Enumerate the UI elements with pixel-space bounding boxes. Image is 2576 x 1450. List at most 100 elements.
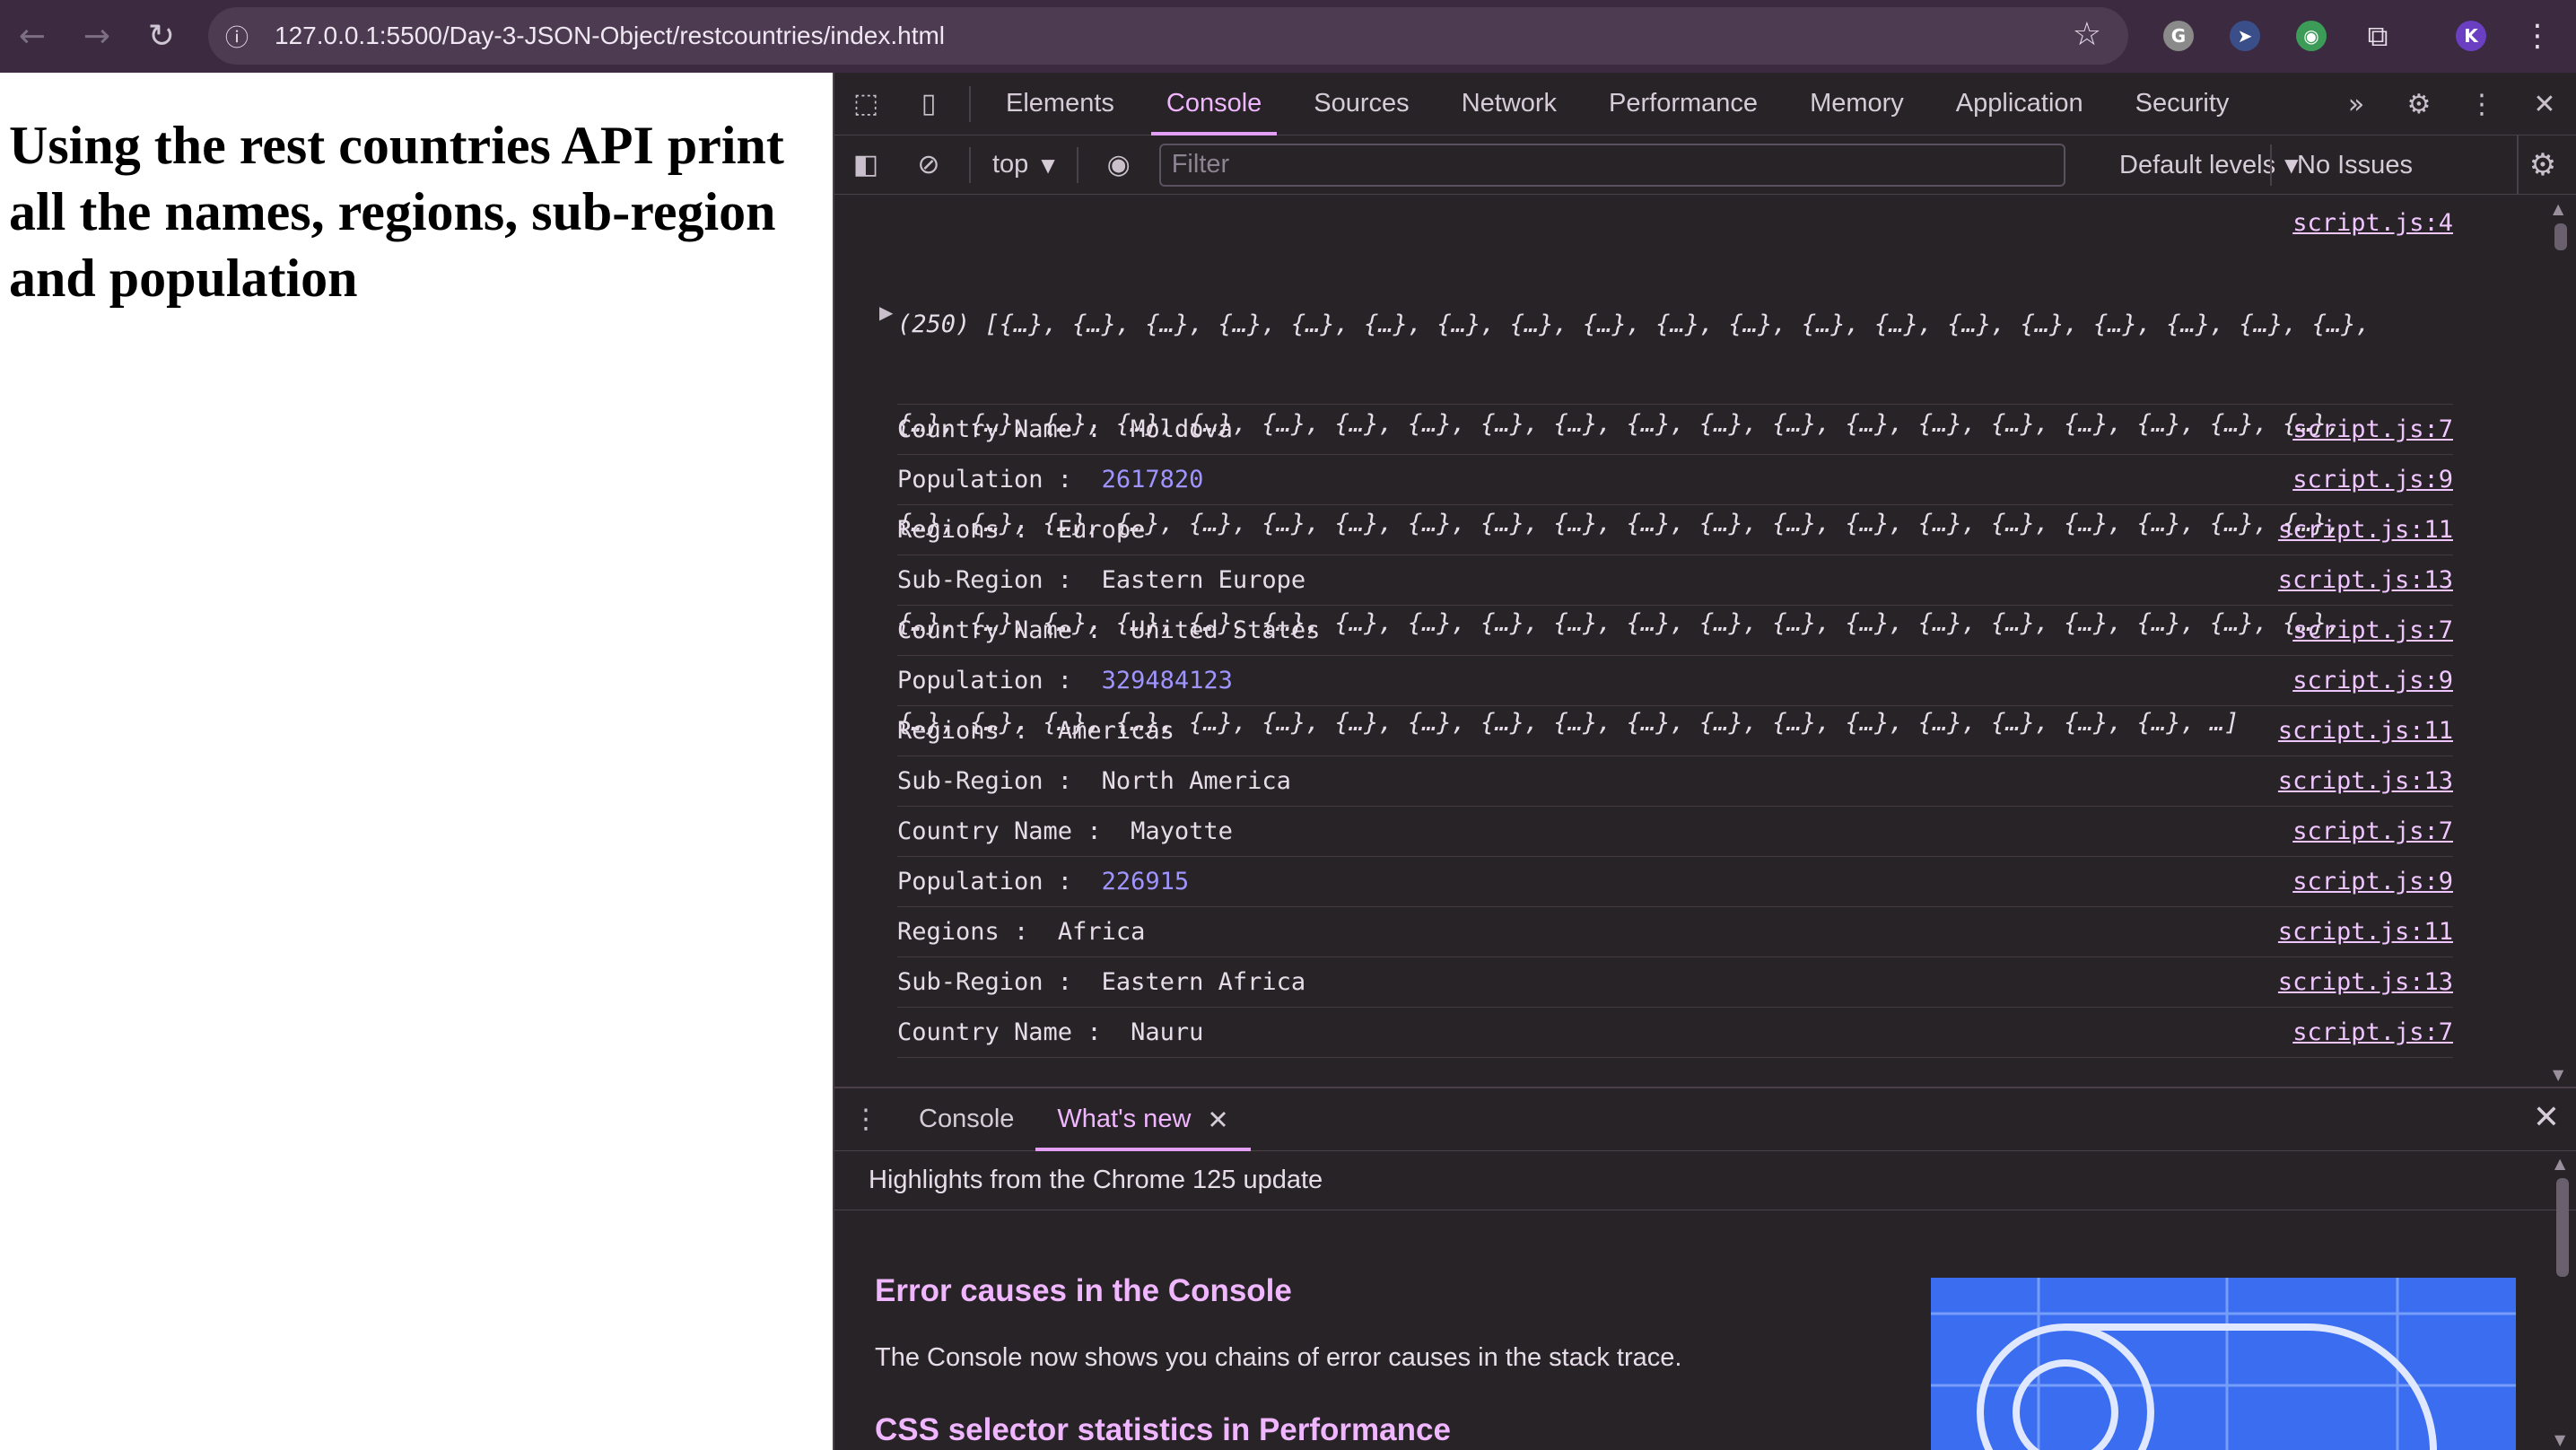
customize-menu-icon[interactable]: ⋮ [2450,73,2513,135]
caret-down-icon: ▼ [1041,153,1055,176]
source-link[interactable]: script.js:11 [2278,717,2453,745]
scroll-down-icon[interactable]: ▼ [2554,1431,2565,1448]
source-link[interactable]: script.js:9 [2292,868,2453,895]
grammarly-extension-icon[interactable]: G [2157,14,2200,57]
console-array-entry[interactable]: ▶ script.js:4 (250) [{…}, {…}, {…}, {…},… [879,197,2453,737]
inspect-element-icon[interactable]: ⬚ [834,73,897,135]
filter-placeholder: Filter [1171,150,1230,179]
message-label: Sub-Region : [897,767,1102,795]
browser-toolbar: ← → ↻ ⓘ 127.0.0.1:5500/Day-3-JSON-Object… [0,0,2576,73]
whats-new-content: Error causes in the Console The Console … [834,1210,2576,1450]
device-toolbar-icon[interactable]: ▯ [897,73,960,135]
source-link[interactable]: script.js:13 [2278,767,2453,795]
cursor-extension-icon[interactable]: ➤ [2223,14,2266,57]
back-button[interactable]: ← [0,0,65,73]
source-link[interactable]: script.js:13 [2278,566,2453,594]
tab-security[interactable]: Security [2109,73,2256,135]
bookmark-star-icon[interactable]: ☆ [2073,16,2101,53]
console-message: Population : 226915 script.js:9 [897,857,2453,907]
arrow-right-icon: → [83,18,111,55]
console-message: Regions : Africa script.js:11 [897,907,2453,957]
android-extension-icon[interactable]: ◉ [2290,14,2333,57]
scroll-up-icon[interactable]: ▲ [2553,200,2563,217]
console-message: Country Name : Nauru script.js:7 [897,1008,2453,1058]
source-link[interactable]: script.js:7 [2292,1018,2453,1046]
message-value: Mayotte [1131,817,1233,845]
devtools-drawer: ⋮ Console What's new ✕ ✕ Highlights from… [834,1087,2576,1450]
message-value: Americas [1057,717,1174,745]
console-message: Regions : Americas script.js:11 [897,706,2453,756]
context-label: top [992,150,1029,179]
tab-elements[interactable]: Elements [980,73,1140,135]
tab-performance[interactable]: Performance [1583,73,1784,135]
message-label: Sub-Region : [897,968,1102,996]
devtools-panel: ⬚ ▯ Elements Console Sources Network Per… [833,73,2576,1450]
console-message: Population : 329484123 script.js:9 [897,656,2453,706]
tab-network[interactable]: Network [1436,73,1583,135]
console-message: Population : 2617820 script.js:9 [897,455,2453,505]
context-selector[interactable]: top ▼ [980,150,1068,179]
source-link[interactable]: script.js:7 [2292,616,2453,644]
issues-counter[interactable]: No Issues [2270,144,2413,186]
forward-button[interactable]: → [65,0,129,73]
source-link[interactable]: script.js:9 [2292,667,2453,694]
message-value: Nauru [1131,1018,1204,1046]
address-bar[interactable]: ⓘ 127.0.0.1:5500/Day-3-JSON-Object/restc… [208,7,2128,65]
console-log: ▶ script.js:4 (250) [{…}, {…}, {…}, {…},… [834,197,2552,1148]
source-link[interactable]: script.js:11 [2278,918,2453,946]
sidebar-toggle-icon[interactable]: ◧ [834,134,897,197]
drawer-tab-label: What's new [1057,1105,1192,1133]
message-label: Country Name : [897,616,1131,644]
page-viewport: Using the rest countries API print all t… [0,73,833,1450]
issues-label: No Issues [2297,150,2413,179]
tab-console[interactable]: Console [1140,73,1288,135]
filter-input[interactable]: Filter [1158,143,2065,187]
console-scrollbar[interactable]: ▲ ▼ [2545,197,2576,1087]
scroll-up-icon[interactable]: ▲ [2554,1155,2565,1172]
source-link[interactable]: script.js:11 [2278,516,2453,544]
divider [969,146,971,183]
expand-triangle-icon[interactable]: ▶ [879,301,893,323]
close-drawer-icon[interactable]: ✕ [2533,1099,2560,1136]
message-label: Regions : [897,918,1058,946]
scroll-thumb[interactable] [2554,223,2567,250]
url-text[interactable]: 127.0.0.1:5500/Day-3-JSON-Object/restcou… [275,22,945,50]
extensions-puzzle-icon[interactable]: ⧉ [2356,14,2399,57]
drawer-tab-whats-new[interactable]: What's new ✕ [1035,1088,1252,1151]
section-title[interactable]: Error causes in the Console [875,1273,1292,1309]
source-link[interactable]: script.js:4 [2292,209,2453,237]
close-devtools-icon[interactable]: ✕ [2513,73,2576,135]
console-settings-gear-icon[interactable]: ⚙ [2517,135,2567,195]
scroll-down-icon[interactable]: ▼ [2553,1066,2563,1083]
source-link[interactable]: script.js:7 [2292,415,2453,443]
drawer-tab-console[interactable]: Console [897,1088,1035,1151]
profile-avatar[interactable]: K [2449,14,2493,57]
scroll-thumb[interactable] [2556,1178,2569,1277]
source-link[interactable]: script.js:7 [2292,817,2453,845]
close-tab-icon[interactable]: ✕ [1207,1105,1228,1135]
whats-new-header: Highlights from the Chrome 125 update [834,1151,2576,1210]
drawer-scrollbar[interactable]: ▲ ▼ [2547,1151,2576,1450]
browser-menu-icon[interactable]: ⋮ [2516,14,2559,57]
section-title[interactable]: CSS selector statistics in Performance [875,1412,1451,1448]
message-value: North America [1101,767,1291,795]
live-expression-eye-icon[interactable]: ◉ [1087,134,1150,197]
devtools-tab-bar: ⬚ ▯ Elements Console Sources Network Per… [834,73,2576,135]
source-link[interactable]: script.js:13 [2278,968,2453,996]
settings-gear-icon[interactable]: ⚙ [2388,73,2450,135]
reload-icon: ↻ [147,18,176,55]
site-info-icon[interactable]: ⓘ [208,20,266,53]
message-label: Regions : [897,516,1058,544]
message-value: Moldova [1131,415,1233,443]
clear-console-icon[interactable]: ⊘ [897,134,960,197]
tab-sources[interactable]: Sources [1288,73,1435,135]
drawer-menu-icon[interactable]: ⋮ [834,1088,897,1151]
array-line: (250) [{…}, {…}, {…}, {…}, {…}, {…}, {…}… [897,310,2371,338]
tab-application[interactable]: Application [1930,73,2109,135]
drawer-tab-bar: ⋮ Console What's new ✕ ✕ [834,1088,2576,1151]
message-label: Population : [897,466,1102,494]
source-link[interactable]: script.js:9 [2292,466,2453,494]
more-tabs-icon[interactable]: » [2325,73,2388,135]
tab-memory[interactable]: Memory [1784,73,1930,135]
reload-button[interactable]: ↻ [129,0,194,73]
